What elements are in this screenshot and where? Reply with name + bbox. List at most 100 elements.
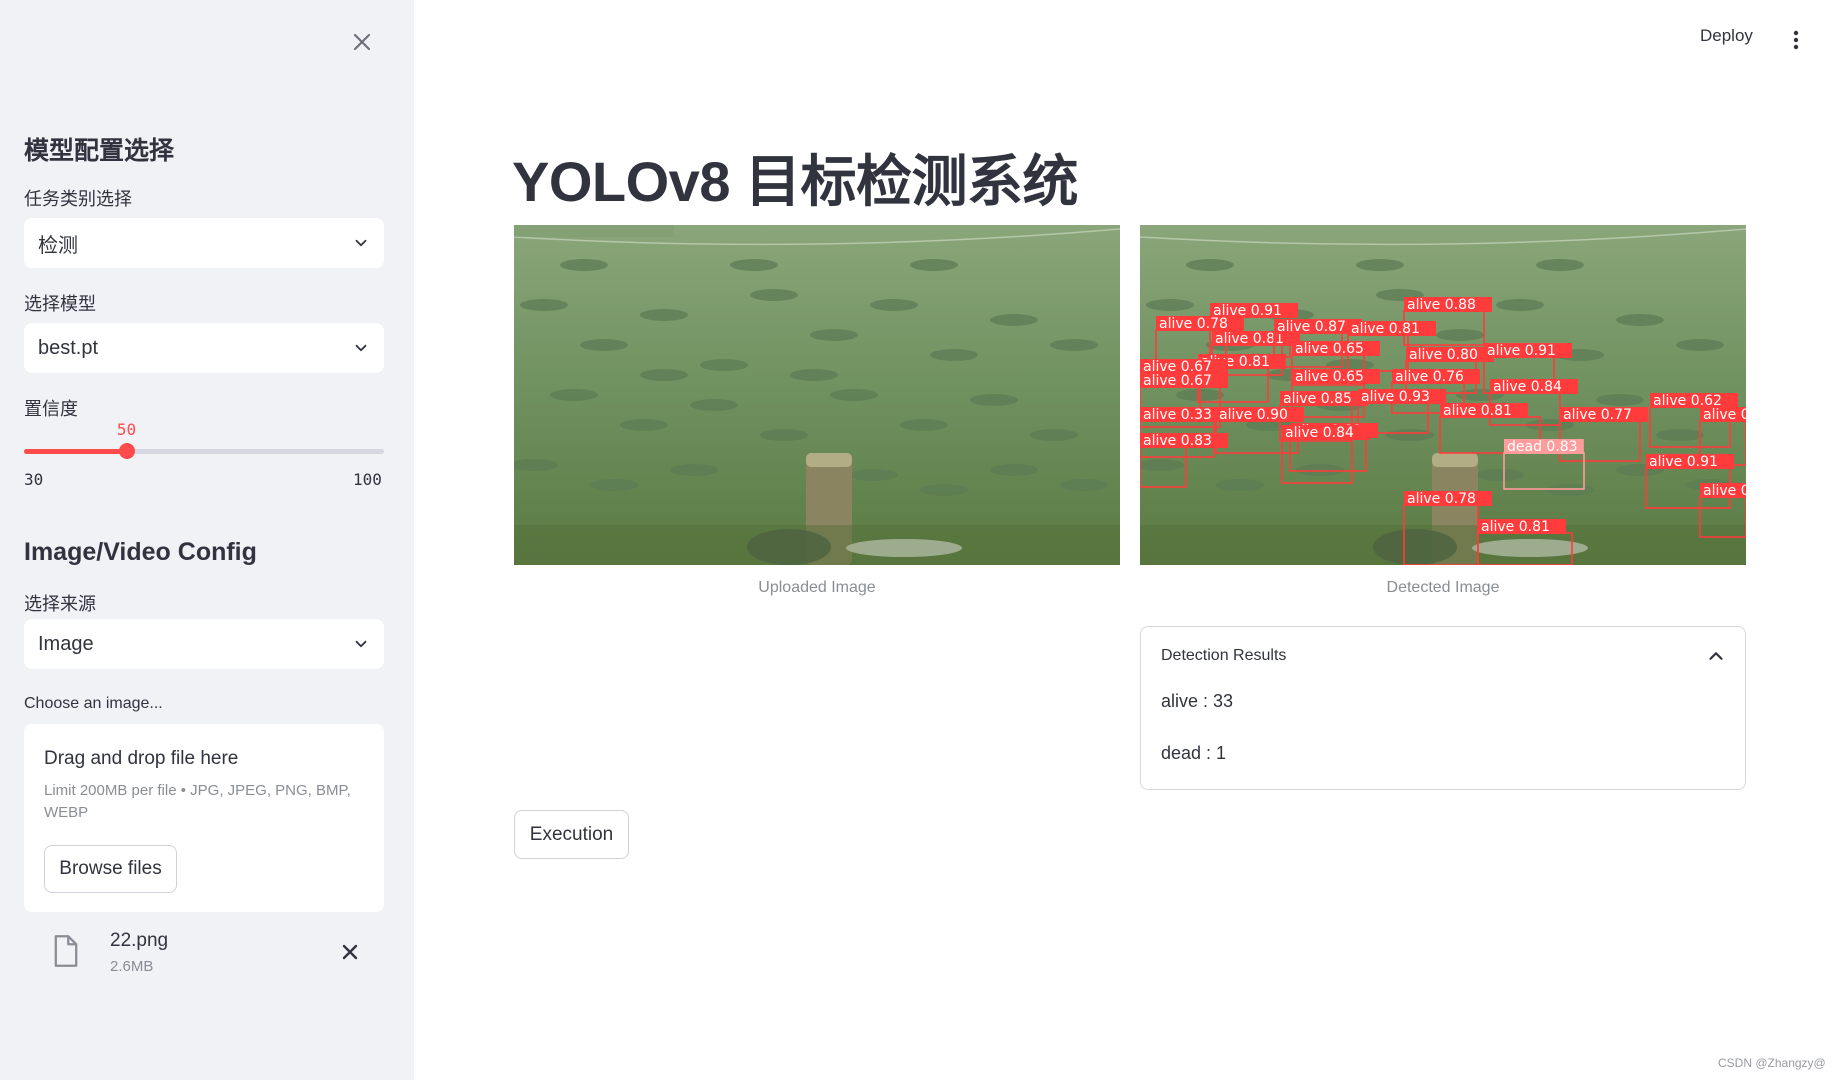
fish-shape <box>1596 394 1644 406</box>
detection-label: alive 0.81 <box>1481 519 1550 535</box>
chevron-down-icon <box>355 239 367 247</box>
dropzone-title: Drag and drop file here <box>44 748 239 769</box>
source-config-heading: Image/Video Config <box>24 538 257 566</box>
detection-results-expander: Detection Results alive : 33 dead : 1 <box>1140 626 1746 790</box>
fish-shape <box>1050 339 1098 351</box>
detection-label: alive 0.84 <box>1493 379 1562 395</box>
fish-shape <box>900 419 948 431</box>
detection-label: alive 0.77 <box>1563 407 1632 423</box>
fish-shape <box>1186 259 1234 271</box>
file-dropzone[interactable]: Drag and drop file here Limit 200MB per … <box>24 724 384 912</box>
detection-label: dead 0.83 <box>1507 439 1578 455</box>
detection-label: alive 0.85 <box>1283 391 1352 407</box>
remove-file-icon[interactable] <box>338 940 362 964</box>
fish-shape <box>580 339 628 351</box>
close-sidebar-icon[interactable] <box>348 28 376 56</box>
confidence-slider-thumb[interactable] <box>118 443 135 459</box>
fish-shape <box>930 349 978 361</box>
chevron-down-icon <box>355 640 367 648</box>
detection-label: alive 0.91 <box>1487 343 1556 359</box>
fish-shape <box>620 419 668 431</box>
detection-label: alive 0.65 <box>1295 369 1364 385</box>
detection-label: alive 0.67 <box>1143 373 1212 389</box>
execution-button[interactable]: Execution <box>514 810 629 859</box>
chevron-down-icon <box>355 344 367 352</box>
file-name: 22.png <box>110 930 169 951</box>
fish-shape <box>640 309 688 321</box>
detection-label: alive 0.78 <box>1407 491 1476 507</box>
fish-shape <box>690 399 738 411</box>
fish-shape <box>1676 339 1724 351</box>
model-config-heading: 模型配置选择 <box>24 137 175 165</box>
fish-shape <box>970 394 1018 406</box>
deploy-button[interactable]: Deploy <box>1700 26 1753 46</box>
fish-shape <box>870 299 918 311</box>
detection-label: alive 0.83 <box>1143 433 1212 449</box>
model-select-label: 选择模型 <box>24 294 96 314</box>
fish-shape <box>1536 259 1584 271</box>
fish-shape <box>830 389 878 401</box>
detection-label: alive 0.84 <box>1285 425 1354 441</box>
fish-shape <box>1386 429 1434 441</box>
fish-shape <box>790 369 838 381</box>
main-menu-icon[interactable] <box>1786 28 1806 52</box>
detection-label: alive 0.90 <box>1219 407 1288 423</box>
detection-label: alive 0.65 <box>1295 341 1364 357</box>
fish-shape <box>760 429 808 441</box>
fish-shape <box>560 259 608 271</box>
fish-shape <box>920 484 968 496</box>
uploader-label: Choose an image... <box>24 695 163 712</box>
source-select-value: Image <box>38 632 94 655</box>
browse-files-button[interactable]: Browse files <box>44 845 177 893</box>
model-select-value: best.pt <box>38 336 99 359</box>
model-select[interactable]: best.pt <box>24 323 384 373</box>
confidence-min: 30 <box>24 470 44 489</box>
source-select[interactable]: Image <box>24 619 384 669</box>
detection-label: alive 0.81 <box>1351 321 1420 337</box>
detection-label: alive 0.78 <box>1159 316 1228 332</box>
fish-shape <box>1436 329 1484 341</box>
fish-shape <box>1496 299 1544 311</box>
result-dead: dead : 1 <box>1161 743 1227 763</box>
chevron-up-icon[interactable] <box>1705 645 1727 667</box>
result-alive: alive : 33 <box>1161 691 1234 711</box>
fish-shape <box>730 259 778 271</box>
fish-shape <box>1356 259 1404 271</box>
detection-label: alive 0.91 <box>1649 454 1718 470</box>
fish-shape <box>1030 429 1078 441</box>
confidence-label: 置信度 <box>24 399 78 419</box>
fish-shape <box>640 369 688 381</box>
detection-label: alive 0.87 <box>1277 319 1346 335</box>
fish-shape <box>750 289 798 301</box>
detection-label: alive 0.81 <box>1443 403 1512 419</box>
detected-image-caption: Detected Image <box>1386 579 1500 596</box>
confidence-slider-track[interactable] <box>24 449 384 454</box>
fish-shape <box>850 469 898 481</box>
fish-shape <box>910 259 958 271</box>
detection-label: alive 0.88 <box>1703 483 1746 499</box>
fish-shape <box>700 359 748 371</box>
fish-shape <box>1616 314 1664 326</box>
page-title: YOLOv8 目标检测系统 <box>512 150 1079 213</box>
fish-shape <box>590 479 638 491</box>
fish-shape <box>1060 479 1108 491</box>
fish-shape <box>1216 479 1264 491</box>
uploaded-image <box>514 225 1120 565</box>
detection-label: alive 0.89 <box>1703 407 1746 423</box>
fish-shape <box>810 329 858 341</box>
fish-shape <box>1296 464 1344 476</box>
detection-label: alive 0.88 <box>1407 297 1476 313</box>
detection-results-header[interactable]: Detection Results <box>1161 647 1286 665</box>
file-size: 2.6MB <box>110 958 154 975</box>
detection-label: alive 0.80 <box>1409 347 1478 363</box>
uploaded-image-caption: Uploaded Image <box>758 579 876 596</box>
fish-shape <box>990 314 1038 326</box>
file-icon <box>54 935 78 967</box>
detection-label: alive 0.33 <box>1143 407 1212 423</box>
task-type-label: 任务类别选择 <box>24 189 132 209</box>
confidence-max: 100 <box>353 470 382 489</box>
task-type-select[interactable]: 检测 <box>24 218 384 268</box>
detected-image: alive 0.91 alive 0.88 alive 0.78 alive 0.81… <box>1140 225 1746 565</box>
fish-shape <box>1546 484 1594 496</box>
detection-label: alive 0.93 <box>1361 389 1430 405</box>
